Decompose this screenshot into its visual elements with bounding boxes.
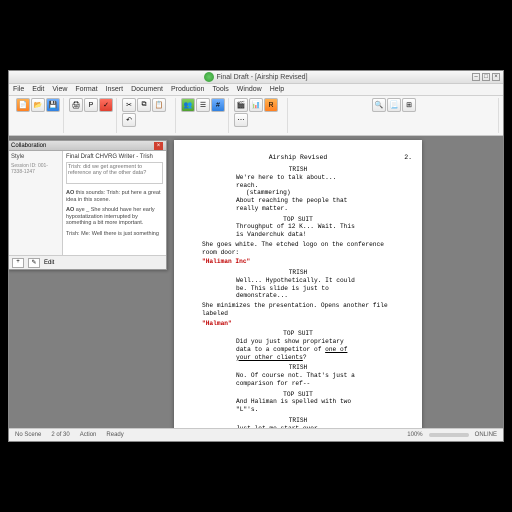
script-line[interactable]: About reaching the people that really ma… [236, 197, 360, 213]
save-icon[interactable]: 💾 [46, 98, 60, 112]
collaboration-panel: Collaboration × Style Session ID: 001-73… [9, 140, 167, 270]
undo-icon[interactable]: ↶ [122, 113, 136, 127]
script-line[interactable]: TRISH [202, 417, 394, 425]
script-line[interactable]: She minimizes the presentation. Opens an… [202, 302, 394, 318]
new-doc-icon[interactable]: 📄 [16, 98, 30, 112]
zoom-slider[interactable] [429, 433, 469, 437]
status-ready: Ready [106, 432, 123, 438]
copy-icon[interactable]: ⧉ [137, 98, 151, 112]
minimize-button[interactable]: – [472, 73, 480, 81]
menu-view[interactable]: View [52, 86, 67, 93]
menu-window[interactable]: Window [237, 86, 262, 93]
panel-writer-label: Final Draft CHVRG Writer - Trish [66, 154, 163, 160]
menu-insert[interactable]: Insert [106, 86, 124, 93]
scene-icon[interactable]: 🎬 [234, 98, 248, 112]
script-line[interactable]: TOP SUIT [202, 330, 394, 338]
script-line[interactable]: TRISH [202, 364, 394, 372]
collab-note-2: AO aye _ She should have her early hypos… [66, 207, 163, 227]
more-icon[interactable]: ⋯ [234, 113, 248, 127]
collab-note-1: AO this sounds: Trish: put here a great … [66, 190, 163, 203]
script-line[interactable]: And Haliman is spelled with two "L"'s. [236, 398, 360, 414]
zoom-icon[interactable]: 🔍 [372, 98, 386, 112]
panel-close-button[interactable]: × [154, 142, 163, 150]
script-line[interactable]: Did you just show proprietary data to a … [236, 338, 360, 361]
menubar: File Edit View Format Insert Document Producti… [9, 84, 503, 96]
panel-title-text: Collaboration [11, 143, 46, 149]
script-line[interactable]: No. Of course not. That's just a compari… [236, 372, 360, 388]
page-icon[interactable]: 📃 [387, 98, 401, 112]
script-line[interactable]: TRISH [202, 166, 394, 174]
split-icon[interactable]: ⊞ [402, 98, 416, 112]
status-online: ONLINE [475, 432, 497, 438]
script-line[interactable]: TOP SUIT [202, 391, 394, 399]
menu-file[interactable]: File [13, 86, 24, 93]
navigator-icon[interactable]: ☰ [196, 98, 210, 112]
status-page: 2 of 30 [51, 432, 69, 438]
panel-style-label: Style [11, 154, 59, 160]
panel-edit-button[interactable]: ✎ [28, 258, 40, 268]
close-button[interactable]: × [492, 73, 500, 81]
collab-textarea[interactable] [66, 162, 163, 184]
script-line[interactable]: TRISH [202, 269, 394, 277]
collab-icon[interactable]: 👥 [181, 98, 195, 112]
page-number: 2. [404, 154, 412, 162]
collab-note-3: Trish: Me: Well there is just something [66, 231, 163, 238]
app-icon [204, 72, 214, 82]
script-line[interactable]: Throughput of 12 K... Wait. This is Vand… [236, 223, 360, 239]
script-line[interactable]: We're here to talk about... reach. [236, 174, 360, 190]
status-scene: No Scene [15, 432, 41, 438]
script-line[interactable]: She goes white. The etched logo on the c… [202, 241, 394, 257]
index-icon[interactable]: # [211, 98, 225, 112]
script-line[interactable]: "Halman" [202, 320, 394, 328]
menu-edit[interactable]: Edit [32, 86, 44, 93]
cut-icon[interactable]: ✂ [122, 98, 136, 112]
panel-sidebar: Style Session ID: 001-7338-1247 [9, 151, 63, 269]
window-title: Final Draft - [Airship Revised] [216, 74, 307, 81]
script-line[interactable]: TOP SUIT [202, 216, 394, 224]
status-zoom[interactable]: 100% [407, 432, 422, 438]
menu-document[interactable]: Document [131, 86, 163, 93]
menu-tools[interactable]: Tools [212, 86, 228, 93]
maximize-button[interactable]: □ [482, 73, 490, 81]
doc-title: Airship Revised [269, 154, 328, 161]
status-element: Action [80, 432, 97, 438]
spell-icon[interactable]: ✓ [99, 98, 113, 112]
script-line[interactable]: Well... Hypothetically. It could be. Thi… [236, 277, 360, 300]
panel-session-label: Session ID: 001-7338-1247 [11, 163, 59, 175]
workspace: Airship Revised 2. TRISHWe're here to ta… [9, 136, 503, 428]
panel-add-button[interactable]: + [12, 258, 24, 268]
menu-format[interactable]: Format [75, 86, 97, 93]
report-icon[interactable]: 📊 [249, 98, 263, 112]
menu-production[interactable]: Production [171, 86, 204, 93]
menu-help[interactable]: Help [270, 86, 284, 93]
print-icon[interactable]: 🖨 [69, 98, 83, 112]
script-line[interactable]: "Haliman Inc" [202, 258, 394, 266]
ribbon-toolbar: 📄 📂 💾 🖨 P ✓ ✂ ⧉ 📋 ↶ 👥 ☰ # 🎬 📊 R ⋯ 🔍 [9, 96, 503, 136]
script-line[interactable]: Just let me start over -- [236, 425, 360, 428]
app-window: Final Draft - [Airship Revised] – □ × Fi… [8, 70, 504, 442]
pdf-icon[interactable]: P [84, 98, 98, 112]
titlebar: Final Draft - [Airship Revised] – □ × [9, 71, 503, 84]
panel-content: Final Draft CHVRG Writer - Trish AO this… [63, 151, 166, 269]
open-icon[interactable]: 📂 [31, 98, 45, 112]
panel-edit-label: Edit [44, 260, 54, 266]
script-line[interactable]: (stammering) [246, 189, 350, 197]
statusbar: No Scene 2 of 30 Action Ready 100% ONLIN… [9, 428, 503, 441]
paste-icon[interactable]: 📋 [152, 98, 166, 112]
script-page[interactable]: Airship Revised 2. TRISHWe're here to ta… [174, 140, 422, 428]
revision-icon[interactable]: R [264, 98, 278, 112]
